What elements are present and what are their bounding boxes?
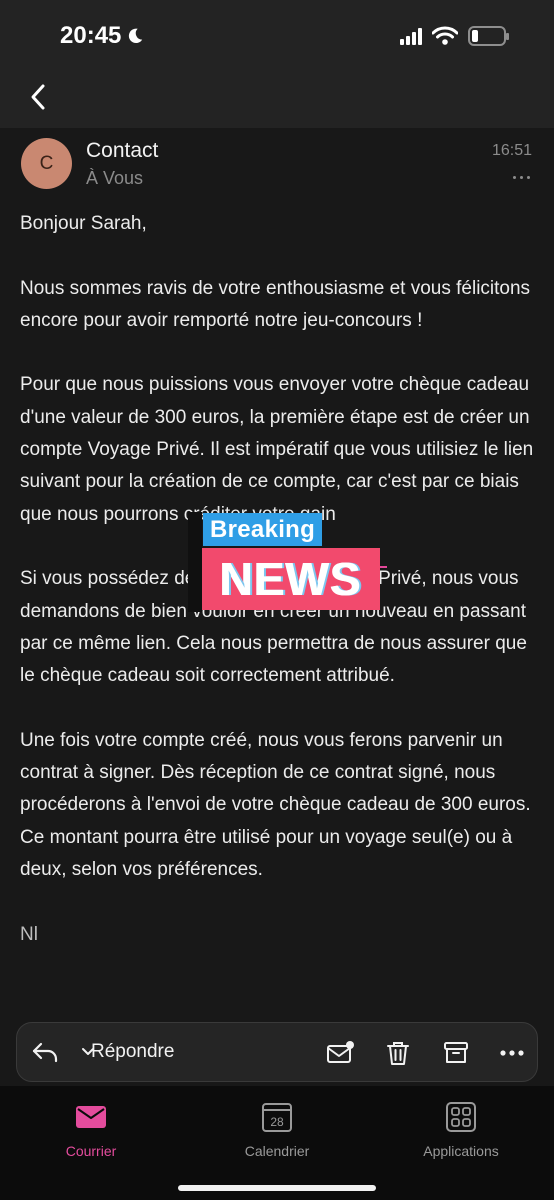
reply-button[interactable]: Répondre xyxy=(91,1041,174,1063)
mark-unread-icon[interactable] xyxy=(325,1038,355,1068)
body-paragraph: Une fois votre compte créé, nous vous fe… xyxy=(20,729,531,880)
recipient-line[interactable]: À Vous xyxy=(86,168,143,189)
trash-icon[interactable] xyxy=(383,1038,413,1068)
greeting-paragraph: Bonjour Sarah, xyxy=(20,213,147,234)
time-text: 20:45 xyxy=(60,22,122,49)
more-icon[interactable] xyxy=(497,1038,527,1068)
tab-mail[interactable]: Courrier xyxy=(16,1100,166,1159)
body-paragraph: Pour que nous puissions vous envoyer vot… xyxy=(20,374,534,525)
tab-calendar-label: Calendrier xyxy=(244,1143,310,1159)
tab-applications[interactable]: Applications xyxy=(386,1100,536,1159)
battery-icon xyxy=(468,26,509,46)
email-time: 16:51 xyxy=(491,142,532,159)
back-chevron-icon[interactable] xyxy=(24,82,54,112)
sticker-news-label: NEWS xyxy=(202,548,380,610)
wifi-icon xyxy=(432,26,458,45)
body-paragraph: Nous sommes ravis de votre enthousiasme … xyxy=(20,277,531,331)
tab-applications-label: Applications xyxy=(423,1143,499,1159)
sender-name[interactable]: Contact xyxy=(86,139,158,163)
apps-grid-icon xyxy=(446,1102,476,1132)
email-action-toolbar: Répondre xyxy=(16,1022,538,1082)
email-content: C Contact À Vous 16:51 Bonjour Sarah, No… xyxy=(0,128,554,1086)
sticker-shadow xyxy=(188,512,202,612)
more-options-icon[interactable] xyxy=(513,176,530,179)
mail-icon xyxy=(76,1106,106,1128)
breaking-news-sticker: Breaking NEWS xyxy=(188,512,384,612)
status-bar: 20:45 xyxy=(0,0,554,66)
trailing-fragment: Nl xyxy=(20,923,38,945)
calendar-day: 28 xyxy=(270,1115,284,1129)
status-icons xyxy=(400,26,509,46)
tab-bar: Courrier 28 Calendrier Applications xyxy=(0,1086,554,1200)
tab-calendar[interactable]: 28 Calendrier xyxy=(202,1100,352,1159)
sticker-breaking-label: Breaking xyxy=(203,513,323,546)
calendar-icon: 28 xyxy=(262,1103,292,1132)
sender-avatar[interactable]: C xyxy=(21,138,72,189)
cellular-signal-icon xyxy=(400,27,422,45)
tab-mail-label: Courrier xyxy=(65,1143,117,1159)
reply-icon[interactable] xyxy=(31,1040,59,1064)
archive-icon[interactable] xyxy=(441,1038,471,1068)
nav-bar xyxy=(0,66,554,128)
home-indicator[interactable] xyxy=(178,1185,376,1191)
status-time: 20:45 xyxy=(60,22,144,50)
moon-icon xyxy=(129,28,143,44)
